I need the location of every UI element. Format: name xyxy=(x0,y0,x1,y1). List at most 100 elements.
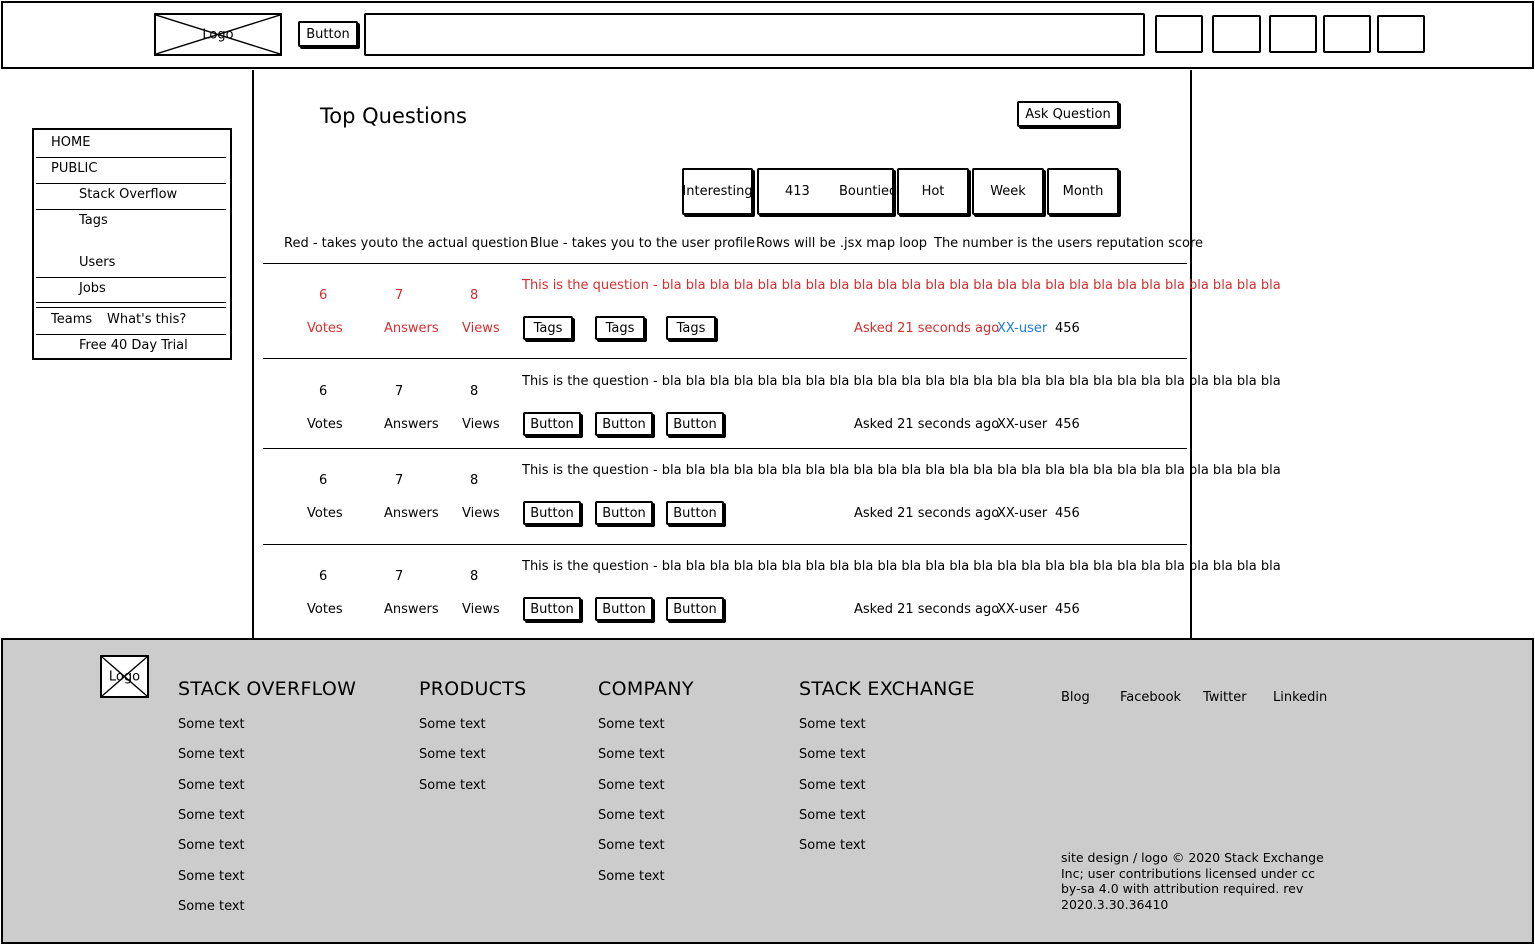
footer-link[interactable]: Some text xyxy=(178,717,245,732)
social-link-blog[interactable]: Blog xyxy=(1061,690,1090,705)
footer-link[interactable]: Some text xyxy=(598,717,665,732)
sidebar-divider xyxy=(36,334,226,335)
views-label: Views xyxy=(462,506,500,521)
row-divider xyxy=(263,448,1187,449)
sidebar-item-home[interactable]: HOME xyxy=(51,135,90,150)
votes-label: Votes xyxy=(307,321,343,336)
sidebar-item-whats-this[interactable]: What's this? xyxy=(107,312,186,327)
footer-link[interactable]: Some text xyxy=(419,747,486,762)
tab-week[interactable]: Week xyxy=(972,168,1044,215)
reputation-score: 456 xyxy=(1055,321,1080,336)
tab-hot[interactable]: Hot xyxy=(897,168,969,215)
asked-time: Asked 21 seconds ago xyxy=(854,321,1000,336)
sidebar-item-tags[interactable]: Tags xyxy=(79,213,108,228)
sidebar-divider xyxy=(36,307,226,308)
header-icon-button-3[interactable] xyxy=(1269,15,1317,53)
note-red-2: to the actual question xyxy=(385,236,528,251)
tab-month[interactable]: Month xyxy=(1047,168,1119,215)
footer-link[interactable]: Some text xyxy=(799,808,866,823)
sidebar-divider xyxy=(36,209,226,210)
page-title: Top Questions xyxy=(320,104,467,128)
footer-link[interactable]: Some text xyxy=(419,717,486,732)
tag-button[interactable]: Button xyxy=(523,501,581,525)
asked-time: Asked 21 seconds ago xyxy=(854,506,1000,521)
footer-heading-stack-overflow: STACK OVERFLOW xyxy=(178,678,357,700)
tag-button[interactable]: Button xyxy=(595,412,653,436)
footer-link[interactable]: Some text xyxy=(178,899,245,914)
footer-heading-stack-exchange: STACK EXCHANGE xyxy=(799,678,975,700)
footer-logo[interactable]: Logo xyxy=(100,655,149,698)
tag-button[interactable]: Tags xyxy=(666,316,716,340)
tag-button[interactable]: Tags xyxy=(595,316,645,340)
vote-count: 6 xyxy=(319,569,328,584)
views-label: Views xyxy=(462,321,500,336)
sidebar-item-users[interactable]: Users xyxy=(79,255,115,270)
asked-time: Asked 21 seconds ago xyxy=(854,417,1000,432)
footer-link[interactable]: Some text xyxy=(178,778,245,793)
tag-button[interactable]: Button xyxy=(595,597,653,621)
footer-link[interactable]: Some text xyxy=(419,778,486,793)
footer-link[interactable]: Some text xyxy=(799,747,866,762)
tag-button[interactable]: Button xyxy=(666,412,724,436)
footer-link[interactable]: Some text xyxy=(178,808,245,823)
sidebar-item-teams: Teams xyxy=(51,312,93,327)
sidebar-divider xyxy=(36,277,226,278)
views-label: Views xyxy=(462,417,500,432)
footer-link[interactable]: Some text xyxy=(178,869,245,884)
footer-link[interactable]: Some text xyxy=(178,838,245,853)
tag-button[interactable]: Button xyxy=(523,597,581,621)
tag-button[interactable]: Tags xyxy=(523,316,573,340)
row-divider xyxy=(263,358,1187,359)
header-button[interactable]: Button xyxy=(298,21,358,47)
sidebar-divider xyxy=(36,183,226,184)
tab-interesting[interactable]: Interesting xyxy=(682,168,753,215)
footer-link[interactable]: Some text xyxy=(598,778,665,793)
tag-button[interactable]: Button xyxy=(595,501,653,525)
sidebar-item-stack-overflow[interactable]: Stack Overflow xyxy=(79,187,177,202)
header-icon-button-5[interactable] xyxy=(1377,15,1425,53)
note-reputation: The number is the users reputation score xyxy=(934,236,1204,251)
logo[interactable]: Logo xyxy=(154,13,282,56)
sidebar-item-free-trial[interactable]: Free 40 Day Trial xyxy=(79,338,188,353)
social-link-facebook[interactable]: Facebook xyxy=(1120,690,1181,705)
reputation-score: 456 xyxy=(1055,417,1080,432)
answer-count: 7 xyxy=(395,473,404,488)
answer-count: 7 xyxy=(395,569,404,584)
footer-link[interactable]: Some text xyxy=(598,838,665,853)
question-title-link[interactable]: This is the question - bla bla bla bla b… xyxy=(522,278,1281,293)
tab-bountied[interactable]: 413 Bountied xyxy=(757,168,897,215)
votes-label: Votes xyxy=(307,417,343,432)
tag-button[interactable]: Button xyxy=(523,412,581,436)
ask-question-button[interactable]: Ask Question xyxy=(1017,101,1119,127)
tag-button[interactable]: Button xyxy=(666,501,724,525)
footer-link[interactable]: Some text xyxy=(598,747,665,762)
question-title-link[interactable]: This is the question - bla bla bla bla b… xyxy=(522,374,1281,389)
answers-label: Answers xyxy=(384,602,439,617)
header-icon-button-2[interactable] xyxy=(1212,15,1261,53)
user-link[interactable]: XX-user xyxy=(997,417,1047,432)
row-divider xyxy=(263,544,1187,545)
header-icon-button-4[interactable] xyxy=(1323,15,1371,53)
user-link[interactable]: XX-user xyxy=(997,506,1047,521)
question-title-link[interactable]: This is the question - bla bla bla bla b… xyxy=(522,559,1281,574)
search-input[interactable] xyxy=(364,13,1145,56)
footer-link[interactable]: Some text xyxy=(799,838,866,853)
tag-button[interactable]: Button xyxy=(666,597,724,621)
vote-count: 6 xyxy=(319,384,328,399)
footer-link[interactable]: Some text xyxy=(799,778,866,793)
answers-label: Answers xyxy=(384,417,439,432)
footer-link[interactable]: Some text xyxy=(799,717,866,732)
sidebar-divider xyxy=(36,157,226,158)
social-link-twitter[interactable]: Twitter xyxy=(1203,690,1247,705)
social-link-linkedin[interactable]: Linkedin xyxy=(1273,690,1327,705)
user-link[interactable]: XX-user xyxy=(997,321,1047,336)
header-icon-button-1[interactable] xyxy=(1155,15,1203,53)
answer-count: 7 xyxy=(395,384,404,399)
footer-link[interactable]: Some text xyxy=(598,808,665,823)
user-link[interactable]: XX-user xyxy=(997,602,1047,617)
footer-legal-text: site design / logo © 2020 Stack Exchange… xyxy=(1061,850,1324,912)
sidebar-item-jobs[interactable]: Jobs xyxy=(79,281,106,296)
footer-link[interactable]: Some text xyxy=(178,747,245,762)
question-title-link[interactable]: This is the question - bla bla bla bla b… xyxy=(522,463,1281,478)
footer-link[interactable]: Some text xyxy=(598,869,665,884)
